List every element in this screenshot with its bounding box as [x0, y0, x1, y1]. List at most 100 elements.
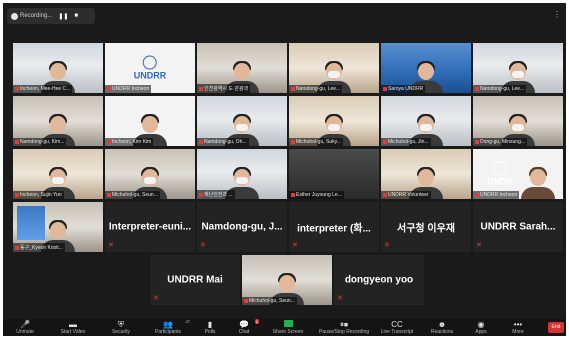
participant-tile[interactable]: 인천광역시 도 관광과 — [197, 43, 287, 93]
participant-figure — [520, 167, 555, 199]
participant-tile[interactable]: interpreter (화... ✕ — [289, 202, 379, 252]
muted-microphone-icon — [199, 192, 203, 197]
toolbar-security-button[interactable]: ⛨ Security — [99, 319, 143, 336]
participant-tile[interactable]: 재난안전과 ... — [197, 149, 287, 199]
participant-display-name: interpreter (화... — [297, 223, 371, 235]
toolbar-chat-button[interactable]: 💬 1 Chat — [227, 319, 261, 336]
toolbar-share-screen-button[interactable]: Share Screen — [261, 319, 315, 336]
muted-microphone-icon — [291, 139, 295, 144]
participant-tile[interactable]: Dong-gu, Minsung... — [473, 96, 563, 146]
participant-tile[interactable]: Namdong-gu, Lee... — [289, 43, 379, 93]
toolbar-button-label: Security — [111, 329, 131, 335]
toolbar-live-transcript-button[interactable]: CC Live Transcript — [373, 319, 421, 336]
participant-tile[interactable]: UNDRR UNDRR Incheon — [105, 43, 195, 93]
video-camera-icon: ▬ — [69, 320, 77, 329]
participant-display-name: Interpreter-euni... — [108, 221, 192, 233]
participant-name-label: Incheon, Mee-Hee C... — [13, 85, 73, 93]
undrr-logo: UNDRR — [134, 55, 166, 81]
toolbar-button-label: Pause/Stop Recording — [318, 329, 370, 335]
participant-tile[interactable]: Saroya UNDRR — [381, 43, 471, 93]
toolbar-polls-button[interactable]: ▮ Polls — [193, 319, 227, 336]
muted-microphone-icon — [291, 192, 295, 197]
participant-name-label: Michuhol-gu, Seun... — [105, 191, 160, 199]
muted-microphone-icon — [475, 86, 479, 91]
participant-display-name: UNDRR Sarah... — [480, 221, 556, 233]
participant-name: 인천광역시 도 관광과 — [204, 86, 249, 92]
muted-microphone-icon — [291, 86, 295, 91]
recording-indicator[interactable]: Recording... ❚❚ ■ — [7, 8, 95, 24]
participant-name-label: Michuhol-gu, Jin... — [381, 138, 431, 146]
participant-name: Incheon, Kim Kim — [112, 139, 152, 145]
participant-name-label: Namdong-gu, Oh... — [197, 138, 249, 146]
participant-name: Incheon, Mee-Hee C... — [20, 86, 71, 92]
picture-frame — [17, 206, 45, 240]
participant-tile[interactable]: Michuhol-gu, Seun... — [105, 149, 195, 199]
participant-tile[interactable]: Michuhol-gu, Suky... — [289, 96, 379, 146]
participant-tile[interactable]: Esther Juyoung Le... — [289, 149, 379, 199]
participant-display-name: Namdong-gu, J... — [201, 221, 283, 233]
participant-name: UNDRR Incheon — [480, 192, 518, 198]
muted-microphone-icon: ✕ — [153, 295, 159, 302]
participant-name-label: Incheon, Sujin Yun — [13, 191, 64, 199]
participant-name-label: Namdong-gu, Lee... — [289, 85, 343, 93]
participant-display-name: dongyeon yoo — [344, 274, 414, 286]
toolbar-button-label: Apps — [475, 329, 487, 335]
toolbar-button-label: Start Video — [60, 329, 86, 335]
participant-name-label: Dong-gu, Minsung... — [473, 138, 528, 146]
toolbar-more-button[interactable]: ••• More — [499, 319, 537, 336]
toolbar-reactions-button[interactable]: ☻ Reactions — [421, 319, 463, 336]
apps-icon: ◉ — [477, 320, 485, 329]
toolbar-button-label: Participants — [154, 329, 182, 335]
participant-tile[interactable]: UNDR UNDRR Incheon — [473, 149, 563, 199]
toolbar-unmute-button[interactable]: 🎤 Unmute — [3, 319, 47, 336]
muted-microphone-icon — [107, 86, 111, 91]
participant-name-label: Esther Juyoung Le... — [289, 191, 344, 199]
pause-recording-icon[interactable]: ❚❚ — [58, 13, 68, 20]
participant-tile[interactable]: Incheon, Sujin Yun — [13, 149, 103, 199]
participant-tile[interactable]: 동구_Kyeon Kristi... — [13, 202, 103, 252]
participant-tile[interactable]: Michuhol-gu, Seun... — [242, 255, 332, 305]
participant-tile[interactable]: Namdong-gu, Kim... — [13, 96, 103, 146]
stop-recording-icon[interactable]: ■ — [74, 13, 78, 19]
view-options-icon[interactable]: ⋮ — [553, 10, 561, 19]
globe-icon — [493, 161, 507, 176]
microphone-icon: 🎤 — [20, 320, 30, 329]
participant-tile[interactable]: UNDRR Mai ✕ — [150, 255, 240, 305]
muted-microphone-icon — [15, 86, 19, 91]
participant-name: 재난안전과 ... — [204, 192, 233, 198]
muted-microphone-icon — [475, 139, 479, 144]
participant-tile[interactable]: Interpreter-euni... ✕ — [105, 202, 195, 252]
participant-tile[interactable]: UNDRR Volunteer — [381, 149, 471, 199]
end-meeting-button[interactable]: End — [548, 322, 564, 333]
participant-tile[interactable]: Incheon, Mee-Hee C... — [13, 43, 103, 93]
polls-icon: ▮ — [207, 320, 213, 329]
top-bar: Recording... ❚❚ ■ ⋮ — [3, 3, 566, 33]
participant-tile[interactable]: Namdong-gu, Oh... — [197, 96, 287, 146]
participant-tile[interactable]: dongyeon yoo ✕ — [334, 255, 424, 305]
participant-tile[interactable]: Incheon, Kim Kim — [105, 96, 195, 146]
participant-tile[interactable]: Michuhol-gu, Jin... — [381, 96, 471, 146]
participant-name: Namdong-gu, Lee... — [480, 86, 525, 92]
participant-name: Namdong-gu, Kim... — [20, 139, 65, 145]
muted-microphone-icon — [199, 139, 203, 144]
participant-tile[interactable]: Namdong-gu, J... ✕ — [197, 202, 287, 252]
participant-name: Michuhol-gu, Seun... — [249, 298, 295, 304]
muted-microphone-icon — [15, 139, 19, 144]
participant-tile[interactable]: 서구청 이우재 ✕ — [381, 202, 471, 252]
participant-name: UNDRR Incheon — [112, 86, 150, 92]
muted-microphone-icon — [199, 86, 203, 91]
globe-icon — [143, 55, 157, 70]
toolbar-start-video-button[interactable]: ▬ Start Video — [47, 319, 99, 336]
chat-unread-badge: 1 — [254, 319, 259, 324]
toolbar-participants-button[interactable]: 👥 27 Participants — [143, 319, 193, 336]
participant-count: 27 — [185, 319, 190, 324]
toolbar-apps-button[interactable]: ◉ Apps — [463, 319, 499, 336]
participant-name-label: 동구_Kyeon Kristi... — [13, 243, 65, 252]
muted-microphone-icon — [383, 192, 387, 197]
participant-tile[interactable]: UNDRR Sarah... ✕ — [473, 202, 563, 252]
participant-tile[interactable]: Namdong-gu, Lee... — [473, 43, 563, 93]
undrr-logo: UNDR — [487, 161, 513, 187]
toolbar-button-label: Chat — [238, 329, 250, 335]
toolbar-button-label: Share Screen — [272, 329, 304, 335]
toolbar-pause-stop-recording-button[interactable]: ⏸⏹ Pause/Stop Recording — [315, 319, 373, 336]
